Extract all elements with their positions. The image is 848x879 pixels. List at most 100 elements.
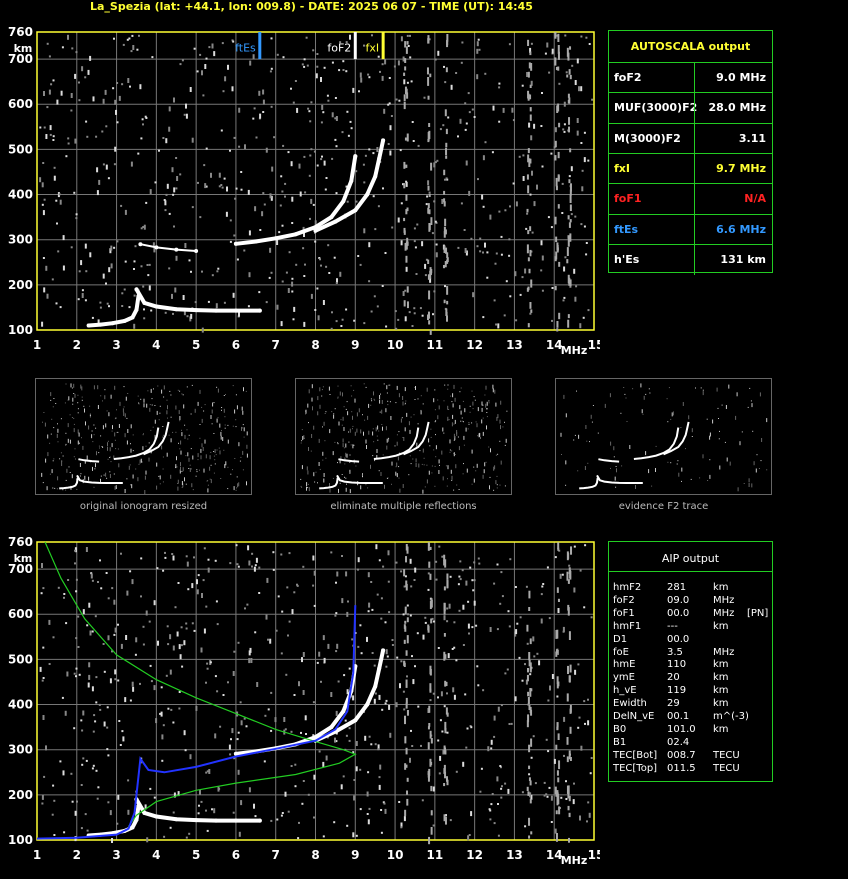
noise-dot (578, 434, 580, 439)
noise-dot (317, 482, 318, 484)
noise-dot (356, 412, 358, 417)
trace-point (273, 236, 278, 241)
noise-dot (373, 698, 376, 704)
noise-dot (587, 462, 589, 464)
noise-dot (211, 808, 213, 811)
noise-dot (73, 672, 76, 675)
noise-dot (178, 442, 179, 444)
noise-dot (85, 120, 88, 123)
noise-dot (557, 33, 560, 42)
aip-param: hmE (613, 659, 636, 671)
noise-dot (428, 705, 431, 713)
noise-dot (296, 584, 299, 587)
noise-dot (323, 66, 326, 69)
noise-dot (53, 458, 55, 460)
noise-dot (81, 763, 84, 766)
autoscala-param: M(3000)F2 (614, 131, 681, 145)
noise-dot (380, 597, 383, 600)
noise-dot (107, 597, 110, 600)
noise-dot (299, 191, 302, 197)
noise-dot (96, 451, 97, 456)
noise-dot (381, 424, 383, 425)
noise-dot (333, 413, 335, 415)
noise-dot (77, 298, 80, 301)
noise-dot (199, 389, 201, 394)
noise-dot (71, 417, 73, 418)
noise-dot (414, 567, 417, 573)
x-tick-label: 7 (272, 848, 280, 862)
noise-dot (443, 169, 446, 176)
noise-dot (568, 795, 571, 802)
noise-dot (402, 291, 405, 296)
noise-dot (280, 175, 283, 178)
noise-dot (415, 458, 417, 463)
noise-dot (368, 735, 371, 738)
aip-param: hmF1 (613, 620, 642, 632)
noise-dot (157, 385, 159, 387)
noise-dot (56, 99, 59, 105)
noise-dot (540, 618, 543, 624)
noise-dot (403, 816, 406, 822)
noise-dot (568, 837, 571, 843)
trace-point (257, 818, 262, 823)
noise-dot (81, 293, 84, 298)
noise-dot (437, 50, 440, 56)
noise-dot (91, 686, 94, 692)
noise-dot (449, 575, 452, 578)
noise-dot (224, 464, 226, 469)
noise-dot (566, 247, 569, 256)
noise-dot (93, 424, 95, 426)
noise-dot (191, 622, 194, 625)
noise-dot (161, 389, 163, 394)
noise-dot (430, 436, 432, 438)
noise-dot (515, 319, 518, 322)
noise-dot (49, 133, 52, 136)
aip-value: 011.5 (667, 762, 696, 774)
noise-dot (221, 409, 222, 411)
noise-dot (174, 606, 177, 609)
noise-dot (546, 566, 549, 569)
noise-dot (227, 64, 229, 70)
noise-dot (470, 811, 473, 817)
noise-dot (67, 423, 69, 428)
noise-dot (426, 195, 429, 198)
thumb-trace (336, 474, 383, 484)
noise-dot (504, 444, 506, 446)
noise-dot (107, 177, 110, 180)
noise-dot (309, 120, 312, 123)
noise-dot (215, 303, 218, 309)
noise-dot (424, 486, 426, 488)
noise-dot (526, 208, 529, 213)
noise-dot (474, 399, 476, 401)
autoscala-value: 6.6 MHz (694, 214, 772, 245)
noise-dot (367, 819, 370, 825)
noise-dot (499, 440, 501, 442)
noise-dot (372, 195, 375, 198)
noise-dot (270, 819, 273, 822)
noise-dot (126, 417, 128, 419)
noise-dot (82, 710, 85, 716)
noise-dot (461, 420, 463, 422)
noise-dot (117, 623, 119, 626)
noise-dot (233, 486, 235, 491)
noise-dot (114, 678, 117, 681)
noise-dot (339, 391, 341, 396)
noise-dot (53, 427, 55, 429)
noise-dot (140, 557, 143, 560)
noise-dot (670, 418, 672, 420)
noise-dot (269, 193, 272, 199)
noise-dot (300, 485, 302, 487)
noise-dot (247, 545, 250, 551)
noise-dot (558, 760, 561, 770)
noise-dot (699, 477, 701, 479)
noise-dot (569, 726, 572, 734)
noise-dot (568, 631, 571, 640)
noise-dot (138, 402, 140, 404)
noise-dot (382, 454, 384, 456)
noise-dot (66, 468, 68, 473)
noise-dot (342, 69, 345, 71)
noise-dot (341, 131, 344, 134)
noise-dot (477, 684, 480, 687)
noise-dot (445, 67, 448, 73)
noise-dot (280, 553, 283, 556)
